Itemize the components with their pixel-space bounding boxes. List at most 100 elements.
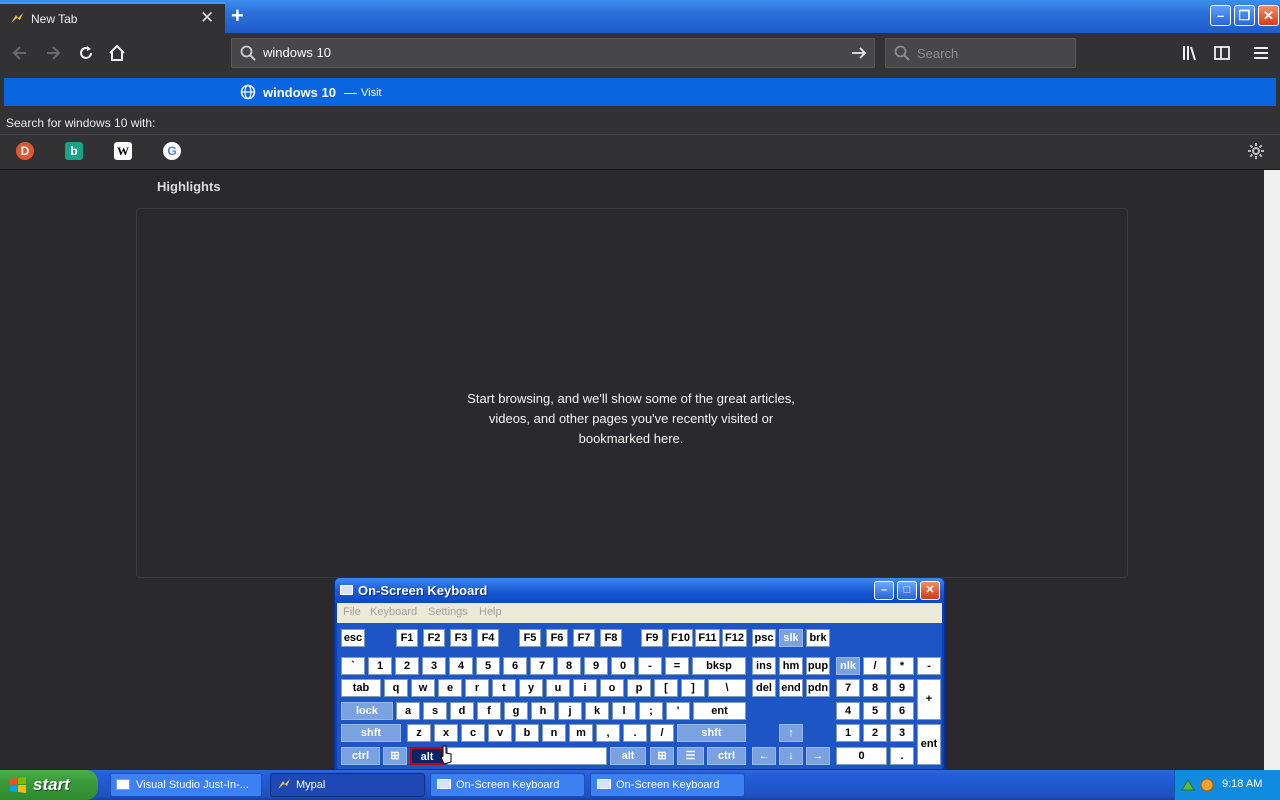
osk-key-k-65[interactable]: k bbox=[585, 702, 609, 720]
osk-key-3-88[interactable]: 3 bbox=[890, 724, 914, 742]
osk-key-9-56[interactable]: 9 bbox=[890, 679, 914, 697]
osk-close-button[interactable]: ✕ bbox=[920, 581, 940, 600]
osk-key-bksp-29[interactable]: bksp bbox=[692, 657, 746, 675]
security-tray-icon[interactable] bbox=[1199, 777, 1215, 793]
search-settings-gear-icon[interactable] bbox=[1247, 142, 1265, 160]
osk-key-sym-68[interactable]: ' bbox=[666, 702, 690, 720]
osk-menu-help[interactable]: Help bbox=[479, 606, 502, 618]
osk-key-g-62[interactable]: g bbox=[504, 702, 528, 720]
bing-icon[interactable]: b bbox=[65, 142, 83, 160]
osk-key-6-22[interactable]: 6 bbox=[503, 657, 527, 675]
osk-maximize-button[interactable]: □ bbox=[897, 581, 917, 600]
osk-numpad-plus-key[interactable]: + bbox=[917, 679, 941, 720]
osk-key-ctrl-96[interactable]: ctrl bbox=[707, 747, 746, 765]
google-icon[interactable]: G bbox=[163, 142, 181, 160]
osk-key-f5-5[interactable]: F5 bbox=[519, 629, 541, 647]
osk-key-4-20[interactable]: 4 bbox=[449, 657, 473, 675]
osk-key-a-58[interactable]: a bbox=[396, 702, 420, 720]
osk-key-w-39[interactable]: w bbox=[411, 679, 435, 697]
osk-key-esc-0[interactable]: esc bbox=[341, 629, 365, 647]
osk-key-l-66[interactable]: l bbox=[612, 702, 636, 720]
osk-key-sym-85[interactable]: ↑ bbox=[779, 724, 803, 742]
osk-key-o-46[interactable]: o bbox=[600, 679, 624, 697]
network-tray-icon[interactable] bbox=[1180, 777, 1196, 793]
osk-key-v-77[interactable]: v bbox=[488, 724, 512, 742]
reload-icon[interactable] bbox=[76, 43, 96, 63]
osk-key-ctrl-89[interactable]: ctrl bbox=[341, 747, 380, 765]
osk-key-6-72[interactable]: 6 bbox=[890, 702, 914, 720]
osk-key-pup-32[interactable]: pup bbox=[806, 657, 830, 675]
osk-key-q-38[interactable]: q bbox=[384, 679, 408, 697]
menu-hamburger-icon[interactable] bbox=[1252, 44, 1270, 62]
osk-key-sym-81[interactable]: , bbox=[596, 724, 620, 742]
osk-key-f4-4[interactable]: F4 bbox=[477, 629, 499, 647]
osk-key-i-45[interactable]: i bbox=[573, 679, 597, 697]
osk-key-tab-37[interactable]: tab bbox=[341, 679, 381, 697]
osk-key-f1-1[interactable]: F1 bbox=[396, 629, 418, 647]
osk-numpad-enter-key[interactable]: ent bbox=[917, 724, 941, 765]
osk-key-u-44[interactable]: u bbox=[546, 679, 570, 697]
osk-key-2-18[interactable]: 2 bbox=[395, 657, 419, 675]
osk-key-f3-3[interactable]: F3 bbox=[450, 629, 472, 647]
tab-new-tab[interactable]: New Tab ✕ bbox=[0, 2, 225, 33]
osk-key-c-76[interactable]: c bbox=[461, 724, 485, 742]
osk-key-x-75[interactable]: x bbox=[434, 724, 458, 742]
osk-key-sym-99[interactable]: → bbox=[806, 747, 830, 765]
osk-key-y-43[interactable]: y bbox=[519, 679, 543, 697]
osk-key-sym-90[interactable]: ⊞ bbox=[383, 747, 407, 765]
osk-key-brk-15[interactable]: brk bbox=[806, 629, 830, 647]
osk-key-sym-27[interactable]: - bbox=[638, 657, 662, 675]
library-icon[interactable] bbox=[1181, 44, 1199, 62]
osk-key-1-86[interactable]: 1 bbox=[836, 724, 860, 742]
osk-key-sym-36[interactable]: - bbox=[917, 657, 941, 675]
osk-key-8-24[interactable]: 8 bbox=[557, 657, 581, 675]
osk-key-p-47[interactable]: p bbox=[627, 679, 651, 697]
osk-key-slk-14[interactable]: slk bbox=[779, 629, 803, 647]
osk-key-f2-2[interactable]: F2 bbox=[423, 629, 445, 647]
osk-key-f6-6[interactable]: F6 bbox=[546, 629, 568, 647]
tab-close-icon[interactable]: ✕ bbox=[200, 8, 214, 28]
osk-key-lock-57[interactable]: lock bbox=[341, 702, 393, 720]
osk-key-sym-101[interactable]: . bbox=[890, 747, 914, 765]
osk-menu-keyboard[interactable]: Keyboard bbox=[370, 606, 417, 618]
suggestion-row[interactable] bbox=[4, 78, 1276, 106]
sidebar-icon[interactable] bbox=[1213, 44, 1231, 62]
osk-key-8-55[interactable]: 8 bbox=[863, 679, 887, 697]
osk-key-h-63[interactable]: h bbox=[531, 702, 555, 720]
taskbar-button-osk-2[interactable]: On-Screen Keyboard bbox=[590, 773, 745, 797]
page-scrollbar[interactable] bbox=[1264, 170, 1280, 770]
osk-key-alt-93[interactable]: alt bbox=[610, 747, 646, 765]
taskbar-button-visual-studio[interactable]: Visual Studio Just-In-... bbox=[110, 773, 262, 797]
taskbar-button-mypal[interactable]: Mypal bbox=[270, 773, 425, 797]
osk-key-f11-11[interactable]: F11 bbox=[695, 629, 720, 647]
home-icon[interactable] bbox=[107, 43, 127, 63]
osk-key-sym-48[interactable]: [ bbox=[654, 679, 678, 697]
osk-key-e-40[interactable]: e bbox=[438, 679, 462, 697]
osk-key-ent-69[interactable]: ent bbox=[693, 702, 746, 720]
search-input[interactable]: Search bbox=[917, 46, 958, 61]
osk-key-4-70[interactable]: 4 bbox=[836, 702, 860, 720]
osk-key-sym-97[interactable]: ← bbox=[752, 747, 776, 765]
osk-key-d-60[interactable]: d bbox=[450, 702, 474, 720]
osk-key-0-26[interactable]: 0 bbox=[611, 657, 635, 675]
osk-key-1-17[interactable]: 1 bbox=[368, 657, 392, 675]
osk-key-sym-28[interactable]: = bbox=[665, 657, 689, 675]
osk-key-shft-84[interactable]: shft bbox=[677, 724, 746, 742]
osk-key-sym-16[interactable]: ` bbox=[341, 657, 365, 675]
osk-key-end-52[interactable]: end bbox=[779, 679, 803, 697]
osk-key-f-61[interactable]: f bbox=[477, 702, 501, 720]
osk-key-sym-34[interactable]: / bbox=[863, 657, 887, 675]
window-close-button[interactable]: ✕ bbox=[1258, 5, 1279, 26]
osk-key-hm-31[interactable]: hm bbox=[779, 657, 803, 675]
osk-key-b-78[interactable]: b bbox=[515, 724, 539, 742]
go-arrow-icon[interactable] bbox=[850, 44, 868, 62]
osk-key-space[interactable] bbox=[447, 747, 607, 765]
osk-key-sym-98[interactable]: ↓ bbox=[779, 747, 803, 765]
osk-key-sym-50[interactable]: \ bbox=[708, 679, 746, 697]
forward-arrow-icon[interactable] bbox=[43, 43, 63, 63]
osk-key-m-80[interactable]: m bbox=[569, 724, 593, 742]
osk-key-f12-12[interactable]: F12 bbox=[722, 629, 747, 647]
osk-key-f9-9[interactable]: F9 bbox=[641, 629, 663, 647]
osk-key-ins-30[interactable]: ins bbox=[752, 657, 776, 675]
osk-key-s-59[interactable]: s bbox=[423, 702, 447, 720]
